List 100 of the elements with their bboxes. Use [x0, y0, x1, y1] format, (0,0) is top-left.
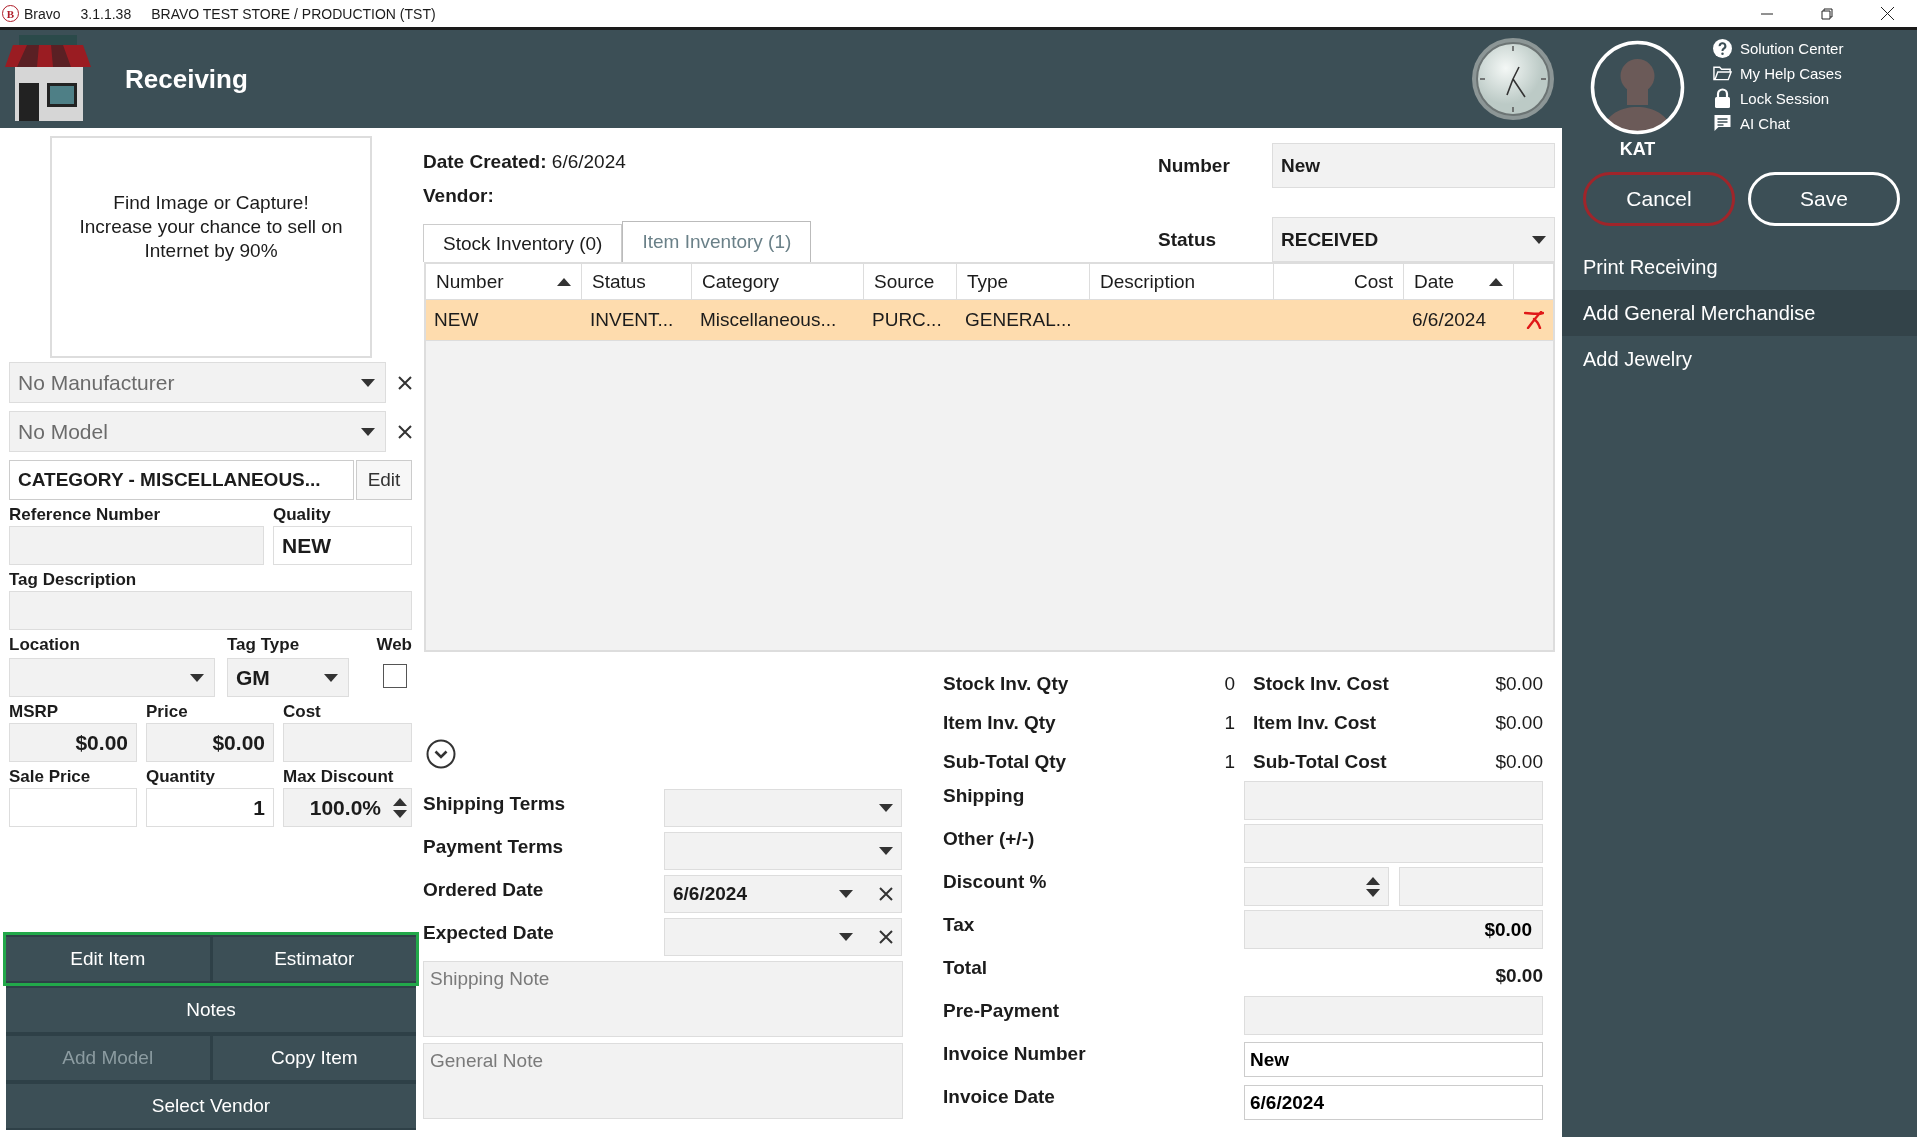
sort-icon [557, 277, 571, 286]
page-title: Receiving [125, 63, 248, 95]
cost-field[interactable] [283, 723, 412, 762]
cancel-button[interactable]: Cancel [1583, 172, 1735, 226]
field-label: Ordered Date [423, 878, 545, 901]
tab[interactable]: Item Inventory (1) [622, 221, 812, 262]
reference-number-field[interactable] [9, 526, 264, 565]
column-header[interactable]: Status [582, 264, 692, 299]
help-icon [1713, 38, 1732, 58]
caret-icon [879, 804, 893, 812]
save-button[interactable]: Save [1748, 172, 1900, 226]
column-header[interactable]: Source [864, 264, 957, 299]
minimize-icon [1761, 12, 1773, 15]
table-row[interactable]: NEW INVENT... Miscellaneous... PURC... GENERAL... 6/6/2024 [426, 300, 1553, 341]
tag-description-field[interactable] [9, 591, 412, 630]
number-field[interactable]: New [1272, 143, 1555, 188]
field-label: Price [146, 702, 189, 723]
price-field[interactable]: $0.00 [146, 723, 274, 762]
summary-value: 1 [1223, 750, 1235, 773]
discount-amount-field[interactable] [1399, 867, 1543, 906]
menu-item[interactable]: Print Receiving [1562, 244, 1917, 290]
location-dropdown[interactable] [9, 658, 215, 697]
column-header[interactable]: Description [1090, 264, 1274, 299]
clear-icon[interactable] [879, 887, 893, 901]
field-label: Other (+/-) [943, 827, 1036, 850]
summary-label: Stock Inv. Cost [1252, 672, 1390, 695]
summary-label: Stock Inv. Qty [943, 672, 1070, 695]
column-header[interactable]: Type [957, 264, 1090, 299]
action-button[interactable]: Estimator [212, 937, 416, 981]
amount-field[interactable] [1244, 781, 1543, 820]
image-prompt: Find Image or Capture! Increase your chance to sell on Internet by 90% [79, 191, 343, 263]
field-label: Payment Terms [423, 835, 565, 858]
delete-icon[interactable] [1523, 311, 1544, 329]
menu-item[interactable]: Add Jewelry [1562, 336, 1917, 382]
field-label: Tag Type [227, 635, 301, 656]
date-field[interactable] [664, 918, 902, 956]
help-link[interactable]: AI Chat [1713, 113, 1844, 133]
close-icon [1880, 7, 1894, 20]
summary-label: Sub-Total Cost [1252, 750, 1388, 773]
lock-icon [1713, 88, 1732, 108]
caret-icon [839, 933, 853, 941]
column-header[interactable]: Date [1404, 264, 1514, 299]
action-button[interactable]: Edit Item [6, 937, 210, 981]
total-value: $0.00 [1494, 964, 1543, 987]
help-link[interactable]: Solution Center [1713, 38, 1844, 58]
amount-field[interactable]: $0.00 [1244, 910, 1543, 949]
max-discount-field[interactable]: 100.0% [283, 788, 412, 827]
expand-icon[interactable] [426, 739, 456, 769]
table-cell: 6/6/2024 [1412, 309, 1486, 331]
field-label: Sale Price [9, 767, 92, 788]
action-button[interactable]: Copy Item [212, 1036, 416, 1080]
web-checkbox[interactable] [383, 664, 407, 688]
invoice-field[interactable]: 6/6/2024 [1244, 1085, 1543, 1120]
clear-icon[interactable] [879, 930, 893, 944]
date-created: Date Created: 6/6/2024 [423, 151, 627, 173]
terms-dropdown[interactable] [664, 789, 902, 827]
help-link[interactable]: My Help Cases [1713, 63, 1844, 83]
menu-item[interactable]: Add General Merchandise [1562, 290, 1917, 336]
field-label: MSRP [9, 702, 60, 723]
terms-dropdown[interactable] [664, 832, 902, 870]
help-link[interactable]: Lock Session [1713, 88, 1844, 108]
note-field[interactable]: Shipping Note [423, 961, 903, 1037]
avatar-icon[interactable] [1590, 40, 1685, 135]
caret-icon [1532, 235, 1546, 244]
clear-icon[interactable] [398, 424, 412, 439]
tag-type-dropdown[interactable]: GM [227, 658, 349, 697]
column-header[interactable]: Number [426, 264, 582, 299]
quality-field[interactable]: NEW [273, 526, 412, 565]
manufacturer-dropdown[interactable]: No Manufacturer [9, 362, 386, 403]
amount-field[interactable] [1244, 996, 1543, 1035]
action-button[interactable]: Select Vendor [6, 1084, 416, 1128]
note-field[interactable]: General Note [423, 1043, 903, 1119]
field-label: Reference Number [9, 505, 162, 526]
clear-icon[interactable] [398, 375, 412, 390]
sale-price-field[interactable] [9, 788, 137, 827]
field-label: Quality [273, 505, 332, 526]
edit-button[interactable]: Edit [356, 460, 412, 500]
model-dropdown[interactable]: No Model [9, 411, 386, 452]
field-label: Discount % [943, 870, 1048, 893]
status-dropdown[interactable]: RECEIVED [1272, 217, 1555, 262]
clock-icon [1471, 37, 1555, 121]
invoice-field[interactable]: New [1244, 1042, 1543, 1077]
column-header[interactable]: Category [692, 264, 864, 299]
store-name: BRAVO TEST STORE / PRODUCTION (TST) [151, 5, 436, 22]
column-header[interactable]: Cost [1274, 264, 1404, 299]
table-cell: INVENT... [590, 309, 674, 331]
summary-value: 1 [1223, 711, 1235, 734]
field-label: Status [1158, 228, 1218, 251]
quantity-field[interactable]: 1 [146, 788, 274, 827]
date-field[interactable]: 6/6/2024 [664, 875, 902, 913]
field-label: Tag Description [9, 570, 138, 591]
action-button[interactable]: Notes [6, 988, 416, 1032]
tab[interactable]: Stock Inventory (0) [423, 224, 623, 262]
field-label: Shipping [943, 784, 1026, 807]
summary-value: $0.00 [1495, 672, 1543, 695]
image-drop-area[interactable]: Find Image or Capture! Increase your chance to sell on Internet by 90% [50, 136, 372, 358]
caret-icon [839, 890, 853, 898]
amount-field[interactable] [1244, 824, 1543, 863]
msrp-field[interactable]: $0.00 [9, 723, 137, 762]
summary-label: Sub-Total Qty [943, 750, 1068, 773]
